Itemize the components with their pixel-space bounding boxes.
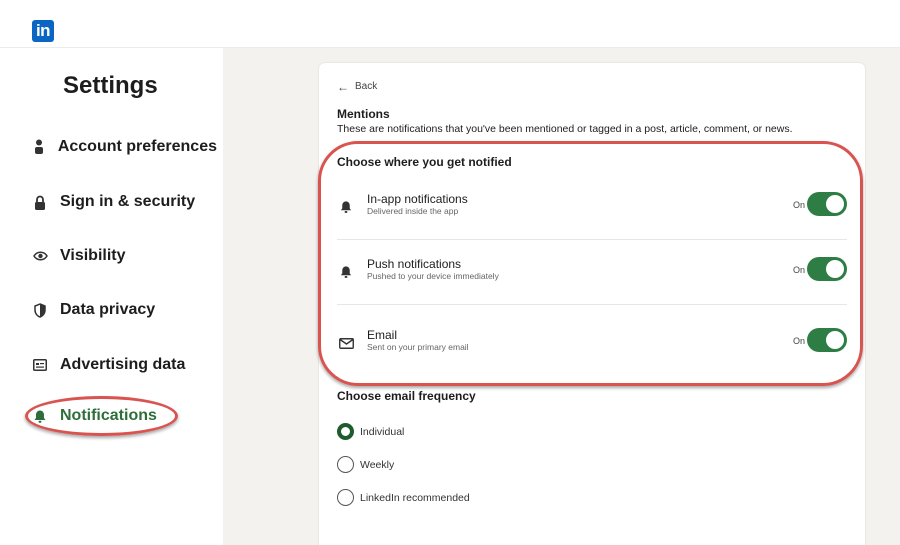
linkedin-logo[interactable]: in [32,20,54,42]
radio-button-checked[interactable] [337,423,354,440]
radio-button[interactable] [337,456,354,473]
toggle-state-label: On [792,265,805,275]
eye-icon [32,247,48,265]
envelope-icon [337,335,355,351]
frequency-heading: Choose email frequency [337,389,476,403]
radio-label: Individual [360,425,405,438]
toggle-state-label: On [792,336,805,346]
arrow-left-icon: ← [337,79,349,94]
toggle-knob [826,331,844,349]
notified-heading: Choose where you get notified [337,155,512,169]
settings-card: ← Back Mentions These are notifications … [319,63,865,545]
section-description: These are notifications that you've been… [337,123,793,135]
settings-title: Settings [63,72,158,99]
sidebar-item-notifications[interactable]: Notifications [32,401,217,431]
back-label: Back [355,81,378,92]
divider [337,304,847,305]
radio-button[interactable] [337,489,354,506]
sidebar-item-label: Data privacy [60,301,156,318]
channel-title: Email [367,328,398,342]
sidebar-item-label: Sign in & security [60,193,196,210]
channel-row-push: Push notifications Pushed to your device… [337,240,847,304]
channel-row-in-app: In-app notifications Delivered inside th… [337,175,847,239]
frequency-option-linkedin-recommended[interactable]: LinkedIn recommended [337,489,470,506]
bell-icon [337,199,355,215]
bell-icon [32,407,48,425]
settings-sidebar: Settings Account preferences Sign in & s… [0,48,223,545]
toggle-knob [826,260,844,278]
channel-title: In-app notifications [367,192,468,206]
toggle-state-label: On [792,200,805,210]
sidebar-item-sign-in-security[interactable]: Sign in & security [32,187,217,217]
section-title: Mentions [337,107,390,121]
sidebar-item-visibility[interactable]: Visibility [32,241,217,271]
sidebar-item-advertising-data[interactable]: Advertising data [32,350,217,380]
sidebar-item-label: Notifications [60,407,157,424]
radio-label: Weekly [360,458,395,471]
bell-icon [337,264,355,280]
frequency-option-individual[interactable]: Individual [337,423,404,440]
channel-subtitle: Pushed to your device immediately [367,271,499,281]
channel-subtitle: Sent on your primary email [367,342,469,352]
channel-title: Push notifications [367,257,462,271]
sidebar-item-account-preferences[interactable]: Account preferences [32,132,217,162]
toggle-knob [826,195,844,213]
push-notifications-toggle[interactable] [807,257,847,281]
back-button[interactable]: ← Back [337,79,378,94]
sidebar-item-label: Advertising data [60,356,186,373]
radio-label: LinkedIn recommended [360,491,470,504]
email-toggle[interactable] [807,328,847,352]
shield-icon [32,301,48,319]
channel-row-email: Email Sent on your primary email On [337,311,847,375]
channel-subtitle: Delivered inside the app [367,206,459,216]
newspaper-icon [32,356,48,374]
top-bar: in [0,0,900,48]
sidebar-item-data-privacy[interactable]: Data privacy [32,295,217,325]
lock-icon [32,193,48,211]
in-app-notifications-toggle[interactable] [807,192,847,216]
sidebar-item-label: Account preferences [57,138,217,155]
frequency-option-weekly[interactable]: Weekly [337,456,394,473]
sidebar-item-label: Visibility [60,247,126,264]
person-icon [32,138,46,156]
